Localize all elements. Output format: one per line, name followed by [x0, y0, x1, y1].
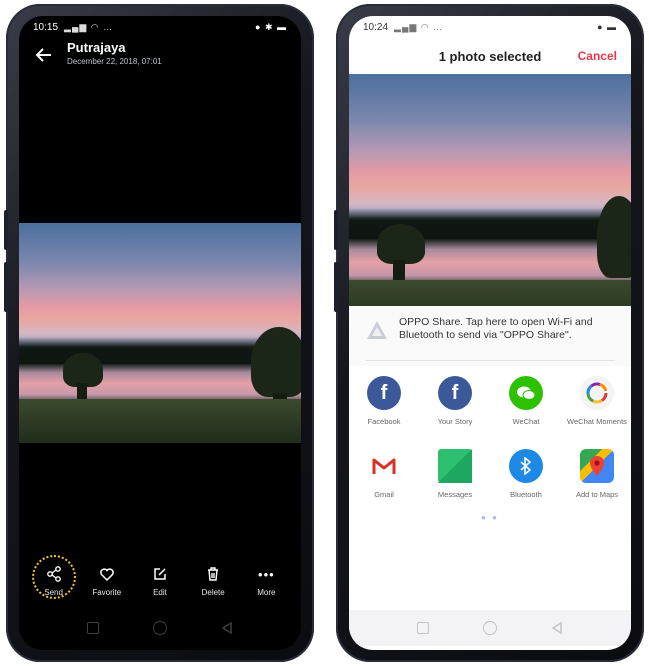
- app-label: WeChat: [512, 417, 540, 426]
- share-header: 1 photo selected Cancel: [349, 38, 631, 74]
- share-app-gmail[interactable]: Gmail: [351, 449, 417, 499]
- maps-icon: [580, 449, 614, 483]
- share-app-wechat[interactable]: WeChat: [493, 376, 559, 426]
- status-bar: 10:24 ▂▄▆ ◠ … ● ▬: [349, 16, 631, 38]
- left-phone-frame: 10:15 ▂▄▆ ◠ … ● ✱ ▬ Putrajaya December 2…: [4, 4, 314, 662]
- recents-icon[interactable]: [414, 622, 432, 634]
- app-label: Messages: [437, 490, 473, 499]
- photo-preview[interactable]: [19, 223, 301, 443]
- wechat-icon: [509, 376, 543, 410]
- volume-button: [4, 210, 8, 250]
- app-label: Facebook: [367, 417, 401, 426]
- photo-tree: [597, 196, 631, 278]
- page-indicator: ● ●: [481, 513, 499, 522]
- photo-date: December 22, 2018, 07:01: [67, 57, 162, 66]
- oppo-share-icon: [365, 319, 389, 343]
- more-button[interactable]: ••• More: [241, 564, 291, 598]
- share-app-facebook[interactable]: f Facebook: [351, 376, 417, 426]
- cancel-button[interactable]: Cancel: [578, 49, 617, 63]
- more-icon: •••: [258, 566, 275, 582]
- edit-button[interactable]: Edit: [135, 564, 185, 597]
- app-label: Your Story: [437, 417, 473, 426]
- photo-toolbar: Send Favorite Edit Delete ••• More: [19, 555, 301, 614]
- gmail-icon: [367, 449, 401, 483]
- signal-icon: ▂▄▆: [394, 21, 418, 32]
- wifi-icon: ◠: [90, 21, 104, 32]
- right-screen: 10:24 ▂▄▆ ◠ … ● ▬ 1 photo selected Cance…: [349, 16, 631, 650]
- photo-ground: [19, 399, 301, 443]
- share-app-add-to-maps[interactable]: Add to Maps: [564, 449, 630, 499]
- battery-area: ● ✱ ▬: [255, 21, 287, 32]
- delete-label: Delete: [201, 588, 225, 597]
- volume-button: [334, 262, 338, 312]
- home-icon[interactable]: [481, 621, 499, 635]
- heart-icon: [82, 564, 132, 584]
- volume-button: [4, 262, 8, 312]
- battery-area: ● ▬: [597, 22, 617, 32]
- wifi-icon: ◠: [420, 21, 434, 32]
- oppo-share-text: OPPO Share. Tap here to open Wi-Fi and B…: [399, 316, 593, 341]
- status-icons: ▂▄▆ ◠ …: [64, 22, 113, 33]
- status-time: 10:15: [33, 21, 59, 33]
- trash-icon: [188, 564, 238, 584]
- facebook-icon: f: [367, 376, 401, 410]
- divider: [365, 360, 615, 361]
- more-label: More: [257, 588, 276, 597]
- photo-tree: [251, 327, 301, 397]
- status-icons: ▂▄▆ ◠ …: [394, 22, 443, 33]
- signal-icon: ▂▄▆: [64, 21, 88, 32]
- edit-icon: [135, 564, 185, 584]
- nav-bar: [349, 610, 631, 646]
- recents-icon[interactable]: [84, 622, 102, 634]
- favorite-button[interactable]: Favorite: [82, 564, 132, 597]
- left-screen: 10:15 ▂▄▆ ◠ … ● ✱ ▬ Putrajaya December 2…: [19, 16, 301, 650]
- selected-photo[interactable]: ✓: [349, 74, 631, 332]
- send-highlight: [31, 555, 76, 599]
- bluetooth-icon: [509, 449, 543, 483]
- share-app-messages[interactable]: Messages: [422, 449, 488, 499]
- oppo-share-row[interactable]: OPPO Share. Tap here to open Wi-Fi and B…: [349, 306, 631, 366]
- favorite-label: Favorite: [92, 588, 122, 597]
- notification-icons: …: [103, 21, 114, 32]
- back-icon[interactable]: [218, 622, 236, 634]
- photo-tree: [377, 224, 425, 264]
- status-bar: 10:15 ▂▄▆ ◠ … ● ✱ ▬: [19, 16, 301, 38]
- status-time: 10:24: [363, 21, 389, 33]
- photo-title: Putrajaya: [67, 40, 126, 55]
- selection-title: 1 photo selected: [438, 48, 542, 64]
- share-app-wechat-moments[interactable]: WeChat Moments: [564, 376, 630, 426]
- app-label: Bluetooth: [510, 490, 542, 499]
- back-arrow-icon[interactable]: [31, 42, 57, 68]
- app-label: WeChat Moments: [567, 417, 627, 426]
- share-app-your-story[interactable]: f Your Story: [422, 376, 488, 426]
- share-app-bluetooth[interactable]: Bluetooth: [493, 449, 559, 499]
- delete-button[interactable]: Delete: [188, 564, 238, 597]
- back-icon[interactable]: [548, 622, 566, 634]
- app-label: Add to Maps: [575, 490, 619, 499]
- volume-button: [334, 210, 338, 250]
- notification-icons: …: [433, 21, 444, 32]
- photo-tree: [63, 353, 103, 387]
- send-button[interactable]: Send: [29, 555, 79, 599]
- right-phone-frame: 10:24 ▂▄▆ ◠ … ● ▬ 1 photo selected Cance…: [334, 4, 644, 662]
- nav-bar: [19, 610, 301, 646]
- app-label: Gmail: [374, 490, 394, 499]
- messages-icon: [438, 449, 472, 483]
- wechat-moments-icon: [580, 376, 614, 410]
- edit-label: Edit: [153, 588, 167, 597]
- photo-header: Putrajaya December 22, 2018, 07:01: [19, 38, 301, 78]
- home-icon[interactable]: [151, 621, 169, 635]
- facebook-story-icon: f: [438, 376, 472, 410]
